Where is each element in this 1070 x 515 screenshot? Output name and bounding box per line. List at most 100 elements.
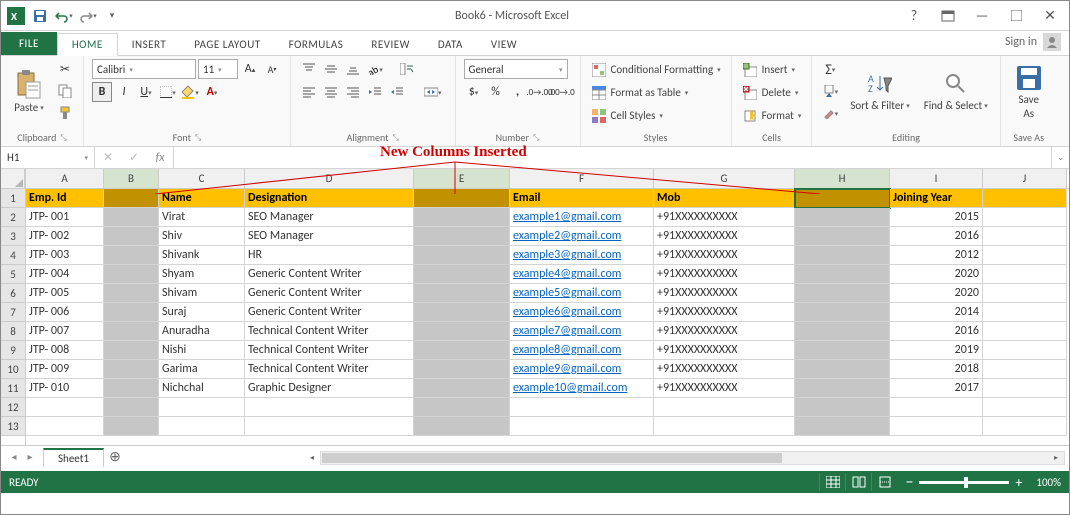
format-painter-icon[interactable] xyxy=(55,103,75,123)
font-family-combo[interactable]: Calibri▾ xyxy=(92,59,196,79)
cell[interactable]: JTP- 009 xyxy=(26,360,104,379)
cell[interactable]: example2@gmail.com xyxy=(510,227,654,246)
align-right-icon[interactable] xyxy=(343,82,363,102)
row-header[interactable]: 5 xyxy=(1,265,25,284)
cell[interactable] xyxy=(654,417,795,436)
clear-icon[interactable]: ▾ xyxy=(820,103,840,123)
enter-formula-icon[interactable]: ✓ xyxy=(121,150,147,165)
cell[interactable]: 2018 xyxy=(890,360,983,379)
cell[interactable] xyxy=(104,189,159,208)
cell[interactable] xyxy=(414,208,510,227)
cell[interactable]: Garima xyxy=(159,360,245,379)
cell[interactable]: Emp. Id xyxy=(26,189,104,208)
tab-insert[interactable]: INSERT xyxy=(118,34,181,55)
cell[interactable]: SEO Manager xyxy=(245,208,414,227)
cell[interactable] xyxy=(104,417,159,436)
cell[interactable] xyxy=(414,246,510,265)
cell[interactable]: +91XXXXXXXXXX xyxy=(654,303,795,322)
column-header-E[interactable]: E xyxy=(414,169,510,188)
cell[interactable]: 2017 xyxy=(890,379,983,398)
cell[interactable]: +91XXXXXXXXXX xyxy=(654,246,795,265)
maximize-icon[interactable] xyxy=(999,4,1033,28)
cell[interactable] xyxy=(510,398,654,417)
cell[interactable]: +91XXXXXXXXXX xyxy=(654,360,795,379)
sheet-nav-first-icon[interactable]: ◂ xyxy=(7,450,21,463)
save-as-button[interactable]: SaveAs xyxy=(1009,59,1049,125)
increase-font-icon[interactable]: A▴ xyxy=(240,59,260,79)
cell[interactable]: Technical Content Writer xyxy=(245,341,414,360)
cell[interactable] xyxy=(983,360,1067,379)
row-header[interactable]: 3 xyxy=(1,227,25,246)
ribbon-display-icon[interactable] xyxy=(931,4,965,28)
cell[interactable] xyxy=(104,246,159,265)
cell[interactable] xyxy=(890,417,983,436)
cell[interactable] xyxy=(983,303,1067,322)
cell[interactable] xyxy=(414,189,510,208)
fill-color-icon[interactable]: ▾ xyxy=(180,82,200,102)
accounting-format-icon[interactable]: $▾ xyxy=(464,82,484,102)
row-header[interactable]: 12 xyxy=(1,398,25,417)
cell[interactable] xyxy=(414,303,510,322)
cell[interactable] xyxy=(983,265,1067,284)
cell[interactable]: Name xyxy=(159,189,245,208)
cell[interactable] xyxy=(245,417,414,436)
cell[interactable]: Technical Content Writer xyxy=(245,322,414,341)
cell[interactable]: JTP- 003 xyxy=(26,246,104,265)
cell[interactable]: JTP- 007 xyxy=(26,322,104,341)
cell[interactable]: example3@gmail.com xyxy=(510,246,654,265)
tab-view[interactable]: VIEW xyxy=(477,34,531,55)
cell[interactable] xyxy=(104,284,159,303)
cell[interactable]: +91XXXXXXXXXX xyxy=(654,265,795,284)
minimize-icon[interactable]: — xyxy=(965,4,999,28)
column-header-I[interactable]: I xyxy=(890,169,983,188)
cell-styles-button[interactable]: Cell Styles▾ xyxy=(589,105,723,126)
cell[interactable]: 2020 xyxy=(890,284,983,303)
cell[interactable]: Nichchal xyxy=(159,379,245,398)
row-header[interactable]: 8 xyxy=(1,322,25,341)
merge-center-icon[interactable]: ▾ xyxy=(419,82,447,102)
cell[interactable] xyxy=(795,360,890,379)
cell[interactable] xyxy=(414,284,510,303)
cell[interactable] xyxy=(104,379,159,398)
tab-review[interactable]: REVIEW xyxy=(357,34,424,55)
orientation-icon[interactable]: ab▾ xyxy=(365,59,385,79)
cell[interactable]: 2012 xyxy=(890,246,983,265)
autosum-icon[interactable]: Σ▾ xyxy=(820,59,840,79)
cell[interactable]: example7@gmail.com xyxy=(510,322,654,341)
tab-home[interactable]: HOME xyxy=(57,33,118,56)
column-header-D[interactable]: D xyxy=(245,169,414,188)
underline-icon[interactable]: U▾ xyxy=(136,82,156,102)
cell[interactable]: JTP- 010 xyxy=(26,379,104,398)
cell[interactable] xyxy=(983,246,1067,265)
view-page-layout-icon[interactable] xyxy=(845,473,871,491)
cell[interactable] xyxy=(795,379,890,398)
cell[interactable]: JTP- 006 xyxy=(26,303,104,322)
horizontal-scrollbar[interactable]: ◂▸ xyxy=(130,449,1065,465)
cell[interactable] xyxy=(983,417,1067,436)
zoom-in-icon[interactable]: + xyxy=(1015,474,1022,491)
cell[interactable]: +91XXXXXXXXXX xyxy=(654,322,795,341)
cell[interactable] xyxy=(510,417,654,436)
cell[interactable]: Nishi xyxy=(159,341,245,360)
cell[interactable]: Generic Content Writer xyxy=(245,265,414,284)
redo-icon[interactable]: ▾ xyxy=(77,4,99,28)
cell[interactable] xyxy=(983,322,1067,341)
cell[interactable]: +91XXXXXXXXXX xyxy=(654,208,795,227)
comma-format-icon[interactable]: , xyxy=(508,82,528,102)
cell[interactable]: Graphic Designer xyxy=(245,379,414,398)
cell[interactable]: Virat xyxy=(159,208,245,227)
cell[interactable] xyxy=(983,227,1067,246)
delete-cells-button[interactable]: Delete▾ xyxy=(740,82,804,103)
cell[interactable] xyxy=(795,246,890,265)
new-sheet-icon[interactable]: ⊕ xyxy=(104,447,126,467)
align-left-icon[interactable] xyxy=(299,82,319,102)
border-icon[interactable]: ▾ xyxy=(158,82,178,102)
row-header[interactable]: 13 xyxy=(1,417,25,436)
zoom-level[interactable]: 100% xyxy=(1036,476,1061,489)
cell[interactable]: JTP- 004 xyxy=(26,265,104,284)
cell[interactable] xyxy=(104,227,159,246)
close-icon[interactable]: ✕ xyxy=(1033,4,1067,28)
cell[interactable]: JTP- 001 xyxy=(26,208,104,227)
cell[interactable] xyxy=(983,379,1067,398)
cell[interactable] xyxy=(414,341,510,360)
